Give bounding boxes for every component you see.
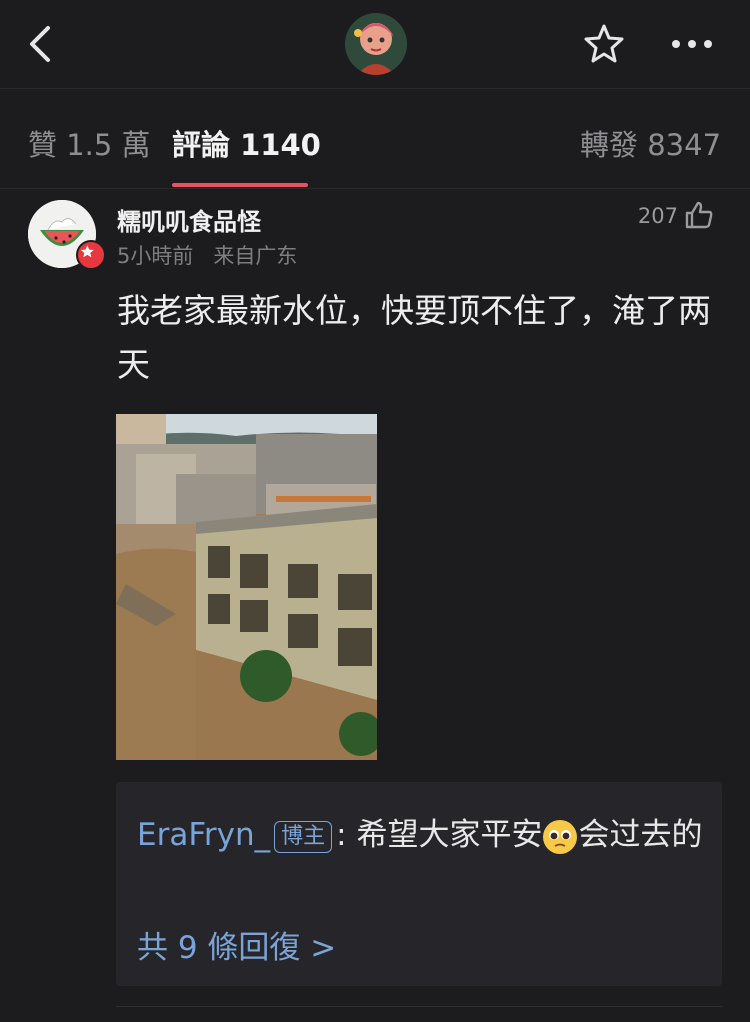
thumbs-up-icon[interactable]	[684, 200, 714, 230]
comment-text: 我老家最新水位，快要顶不住了，淹了两天	[117, 291, 711, 384]
author-tag-badge: 博主	[274, 820, 333, 853]
comment-location: 来自广东	[213, 244, 298, 268]
tab-reposts[interactable]: 轉發 8347	[580, 122, 721, 164]
commenter-name[interactable]: 糯叽叽食品怪	[117, 202, 261, 237]
reply-username[interactable]: EraFryn_	[137, 817, 270, 853]
chevron-left-icon[interactable]	[24, 22, 64, 66]
divider	[116, 1006, 722, 1007]
top-bar	[0, 0, 750, 89]
pleading-face-emoji-icon	[543, 819, 578, 854]
verified-badge-icon	[76, 240, 106, 270]
tab-bar: 贊 1.5 萬 評論 1140 轉發 8347	[0, 88, 750, 189]
reply-text-after: 会过去的	[578, 817, 703, 853]
view-all-replies-link[interactable]: 共 9 條回復 >	[137, 922, 336, 967]
author-avatar[interactable]	[345, 13, 407, 75]
comment-meta: 5小時前 来自广东	[117, 240, 297, 270]
like-count[interactable]: 207	[638, 204, 678, 228]
reply-text: EraFryn_ 博主: 希望大家平安 会过去的	[137, 808, 703, 862]
reply-text-before: 希望大家平安	[356, 817, 543, 853]
star-icon[interactable]	[582, 22, 626, 66]
comment-photo[interactable]	[116, 414, 377, 760]
tab-likes[interactable]: 贊 1.5 萬	[28, 122, 151, 164]
reply-colon: :	[336, 817, 347, 853]
comment-time: 5小時前	[117, 244, 194, 268]
reply-preview[interactable]: EraFryn_ 博主: 希望大家平安 会过去的 共 9 條回復 >	[116, 782, 722, 986]
more-dots-icon[interactable]	[670, 38, 714, 50]
tab-comments[interactable]: 評論 1140	[172, 122, 321, 164]
active-tab-indicator	[172, 183, 308, 187]
